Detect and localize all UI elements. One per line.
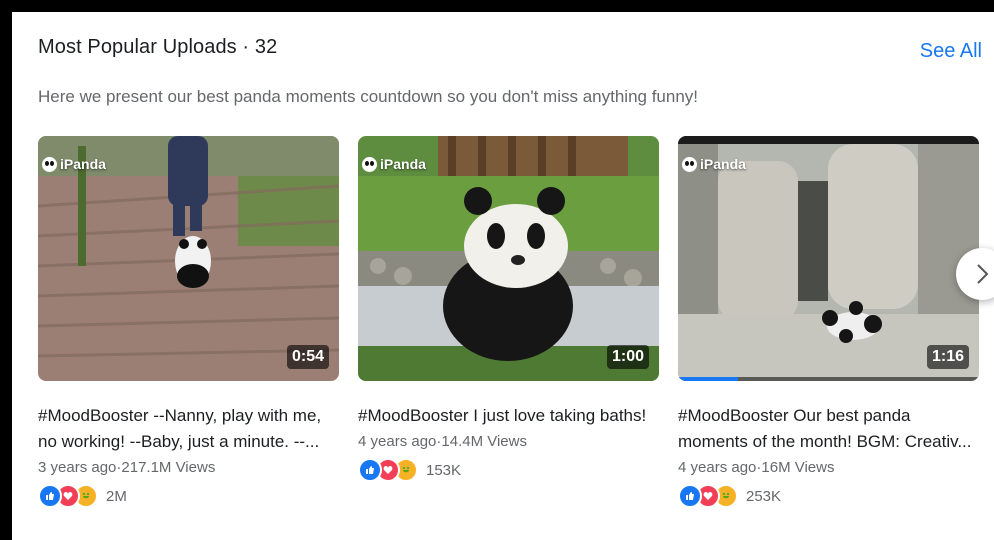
- video-thumbnail[interactable]: iPanda 0:54: [38, 136, 339, 381]
- watermark-label: iPanda: [700, 156, 746, 172]
- see-all-link[interactable]: See All: [920, 40, 982, 63]
- video-card[interactable]: iPanda 1:00 #MoodBooster I just love tak…: [358, 136, 659, 482]
- section-title: Most Popular Uploads · 32: [38, 36, 278, 58]
- video-title-line: #MoodBooster --Nanny, play with me,: [38, 406, 322, 425]
- video-title-line: no working! --Baby, just a minute. --...: [38, 432, 320, 451]
- video-title-line: #MoodBooster I just love taking baths!: [358, 406, 647, 425]
- panda-logo-icon: [362, 156, 377, 172]
- video-card[interactable]: iPanda 0:54 #MoodBooster --Nanny, play w…: [38, 136, 339, 508]
- video-card[interactable]: iPanda 1:16 #MoodBooster Our best panda …: [678, 136, 979, 508]
- video-meta: 4 years ago·16M Views: [678, 459, 835, 476]
- reaction-count: 2M: [106, 487, 127, 505]
- like-icon: [358, 458, 382, 482]
- watch-progress-fill: [678, 377, 739, 381]
- video-title-line: #MoodBooster Our best panda: [678, 406, 911, 425]
- video-thumbnail[interactable]: iPanda 1:00: [358, 136, 659, 381]
- video-title-line: moments of the month! BGM: Creativ...: [678, 432, 972, 451]
- reactions-summary[interactable]: 253K: [678, 484, 979, 508]
- video-carousel: iPanda 0:54 #MoodBooster --Nanny, play w…: [38, 136, 994, 536]
- watermark-label: iPanda: [60, 156, 106, 172]
- channel-watermark: iPanda: [362, 156, 426, 172]
- reaction-count: 153K: [426, 461, 462, 479]
- video-duration: 1:16: [926, 345, 969, 369]
- panda-logo-icon: [42, 156, 57, 172]
- video-title[interactable]: #MoodBooster --Nanny, play with me, no w…: [38, 403, 339, 455]
- channel-watermark: iPanda: [682, 156, 746, 172]
- section-header: Most Popular Uploads · 32 See All: [38, 36, 982, 62]
- like-icon: [678, 484, 702, 508]
- video-meta: 4 years ago·14.4M Views: [358, 433, 527, 450]
- reactions-summary[interactable]: 2M: [38, 484, 339, 508]
- video-duration: 0:54: [286, 345, 329, 369]
- like-icon: [38, 484, 62, 508]
- watch-progress-bar: [678, 377, 979, 381]
- watermark-label: iPanda: [380, 156, 426, 172]
- video-title[interactable]: #MoodBooster I just love taking baths!: [358, 403, 659, 429]
- popular-uploads-panel: Most Popular Uploads · 32 See All Here w…: [12, 12, 994, 540]
- section-subtitle: Here we present our best panda moments c…: [38, 87, 699, 106]
- reaction-count: 253K: [746, 487, 782, 505]
- video-meta: 3 years ago·217.1M Views: [38, 459, 216, 476]
- video-thumbnail[interactable]: iPanda 1:16: [678, 136, 979, 381]
- chevron-right-icon: [977, 264, 989, 284]
- panda-logo-icon: [682, 156, 697, 172]
- video-title[interactable]: #MoodBooster Our best panda moments of t…: [678, 403, 979, 455]
- video-duration: 1:00: [606, 345, 649, 369]
- reactions-summary[interactable]: 153K: [358, 458, 659, 482]
- channel-watermark: iPanda: [42, 156, 106, 172]
